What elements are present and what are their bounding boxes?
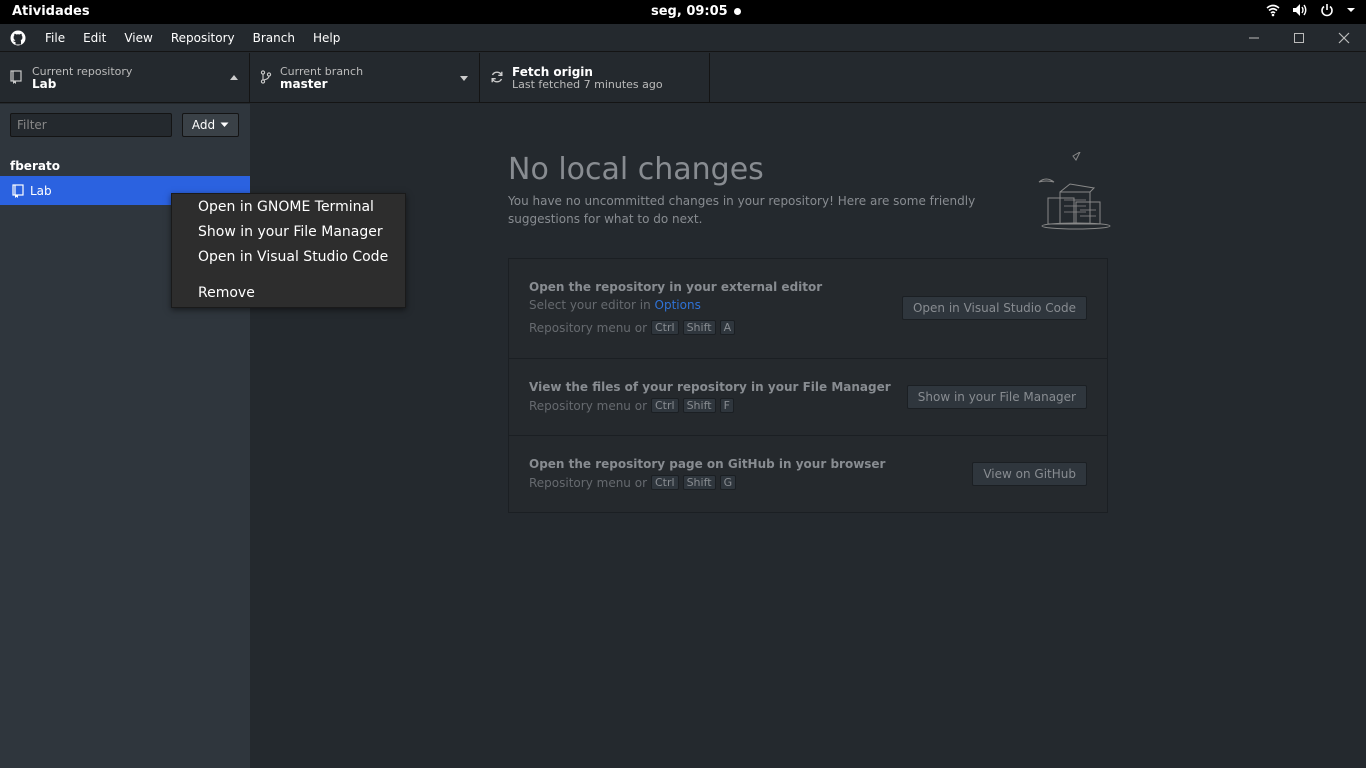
current-repository-value: Lab: [32, 77, 57, 91]
activities-button[interactable]: Atividades: [12, 4, 90, 19]
git-branch-icon: [260, 70, 272, 84]
open-in-editor-button[interactable]: Open in Visual Studio Code: [901, 296, 1087, 320]
menu-file[interactable]: File: [36, 24, 74, 52]
repository-name: Lab: [30, 183, 52, 198]
ctx-open-in-vscode[interactable]: Open in Visual Studio Code: [198, 249, 388, 265]
github-logo-icon: [10, 30, 26, 46]
menu-items: File Edit View Repository Branch Help: [36, 24, 349, 52]
menu-branch[interactable]: Branch: [244, 24, 304, 52]
menu-view[interactable]: View: [115, 24, 161, 52]
action-open-editor: Open the repository in your external edi…: [509, 259, 1107, 359]
key-f: F: [719, 398, 734, 413]
key-shift: Shift: [682, 320, 716, 335]
action-shortcut: Repository menu or Ctrl Shift A: [529, 320, 736, 335]
minimize-button[interactable]: [1231, 24, 1276, 52]
action-title: Open the repository page on GitHub in yo…: [529, 457, 886, 471]
page-title: No local changes: [508, 152, 764, 187]
no-changes-view: No local changes You have no uncommitted…: [251, 104, 1366, 768]
clock[interactable]: seg, 09:05: [651, 4, 741, 19]
filter-input[interactable]: [10, 113, 172, 137]
action-shortcut: Repository menu or Ctrl Shift F: [529, 398, 734, 413]
notification-dot-icon: [733, 8, 741, 15]
show-in-file-manager-button[interactable]: Show in your File Manager: [906, 385, 1087, 409]
shortcut-prefix: Repository menu or: [529, 398, 647, 413]
menu-repository[interactable]: Repository: [162, 24, 244, 52]
system-tray[interactable]: [1266, 3, 1356, 17]
power-icon: [1321, 4, 1333, 17]
add-button[interactable]: Add: [182, 113, 239, 137]
fetch-origin-label: Fetch origin: [512, 65, 593, 79]
menu-help[interactable]: Help: [304, 24, 349, 52]
close-icon: [1338, 32, 1349, 44]
fetch-origin-button[interactable]: Fetch origin Last fetched 7 minutes ago: [480, 53, 710, 103]
repository-group-header: fberato: [10, 159, 60, 173]
page-description: You have no uncommitted changes in your …: [508, 194, 976, 226]
key-ctrl: Ctrl: [651, 475, 679, 490]
action-show-file-manager: View the files of your repository in you…: [509, 359, 1107, 436]
suggested-actions: Open the repository in your external edi…: [508, 258, 1108, 513]
repository-context-menu: Open in GNOME Terminal Show in your File…: [171, 193, 406, 308]
key-a: A: [719, 320, 736, 335]
key-ctrl: Ctrl: [651, 398, 679, 413]
shortcut-prefix: Repository menu or: [529, 475, 647, 490]
action-title: Open the repository in your external edi…: [529, 280, 823, 294]
empty-state-illustration-icon: [1038, 152, 1111, 230]
ctx-show-in-file-manager[interactable]: Show in your File Manager: [198, 224, 383, 240]
caret-up-icon: [230, 75, 238, 80]
last-fetched-text: Last fetched 7 minutes ago: [512, 78, 663, 91]
ctx-open-in-terminal[interactable]: Open in GNOME Terminal: [198, 199, 374, 215]
close-button[interactable]: [1321, 24, 1366, 52]
action-title: View the files of your repository in you…: [529, 380, 891, 394]
maximize-icon: [1293, 33, 1304, 43]
window-controls: [1231, 24, 1366, 52]
toolbar: Current repository Lab Current branch ma…: [0, 53, 1366, 103]
options-link[interactable]: Options: [655, 298, 701, 312]
clock-text: seg, 09:05: [651, 4, 728, 19]
app-menubar: File Edit View Repository Branch Help: [0, 24, 1366, 52]
gnome-top-bar: Atividades seg, 09:05: [0, 0, 1366, 24]
add-button-label: Add: [191, 118, 216, 132]
key-shift: Shift: [682, 475, 716, 490]
current-repository-button[interactable]: Current repository Lab: [0, 53, 250, 103]
wifi-icon: [1266, 4, 1280, 17]
key-shift: Shift: [682, 398, 716, 413]
volume-icon: [1293, 4, 1307, 16]
current-branch-value: master: [280, 77, 328, 91]
action-view-on-github: Open the repository page on GitHub in yo…: [509, 436, 1107, 513]
caret-down-icon: [460, 76, 468, 81]
chevron-down-icon: [1347, 8, 1355, 12]
current-branch-button[interactable]: Current branch master: [250, 53, 480, 103]
menu-edit[interactable]: Edit: [74, 24, 115, 52]
minimize-icon: [1248, 37, 1259, 39]
repo-icon: [12, 183, 24, 198]
action-subtitle: Select your editor in Options: [529, 298, 701, 312]
ctx-remove[interactable]: Remove: [198, 285, 255, 301]
key-g: G: [719, 475, 737, 490]
key-ctrl: Ctrl: [651, 320, 679, 335]
action-subtitle-text: Select your editor in: [529, 298, 651, 312]
caret-down-icon: [220, 122, 229, 127]
maximize-button[interactable]: [1276, 24, 1321, 52]
sync-icon: [491, 71, 503, 83]
action-shortcut: Repository menu or Ctrl Shift G: [529, 475, 737, 490]
repo-icon: [10, 70, 22, 84]
view-on-github-button[interactable]: View on GitHub: [972, 462, 1087, 486]
shortcut-prefix: Repository menu or: [529, 320, 647, 335]
